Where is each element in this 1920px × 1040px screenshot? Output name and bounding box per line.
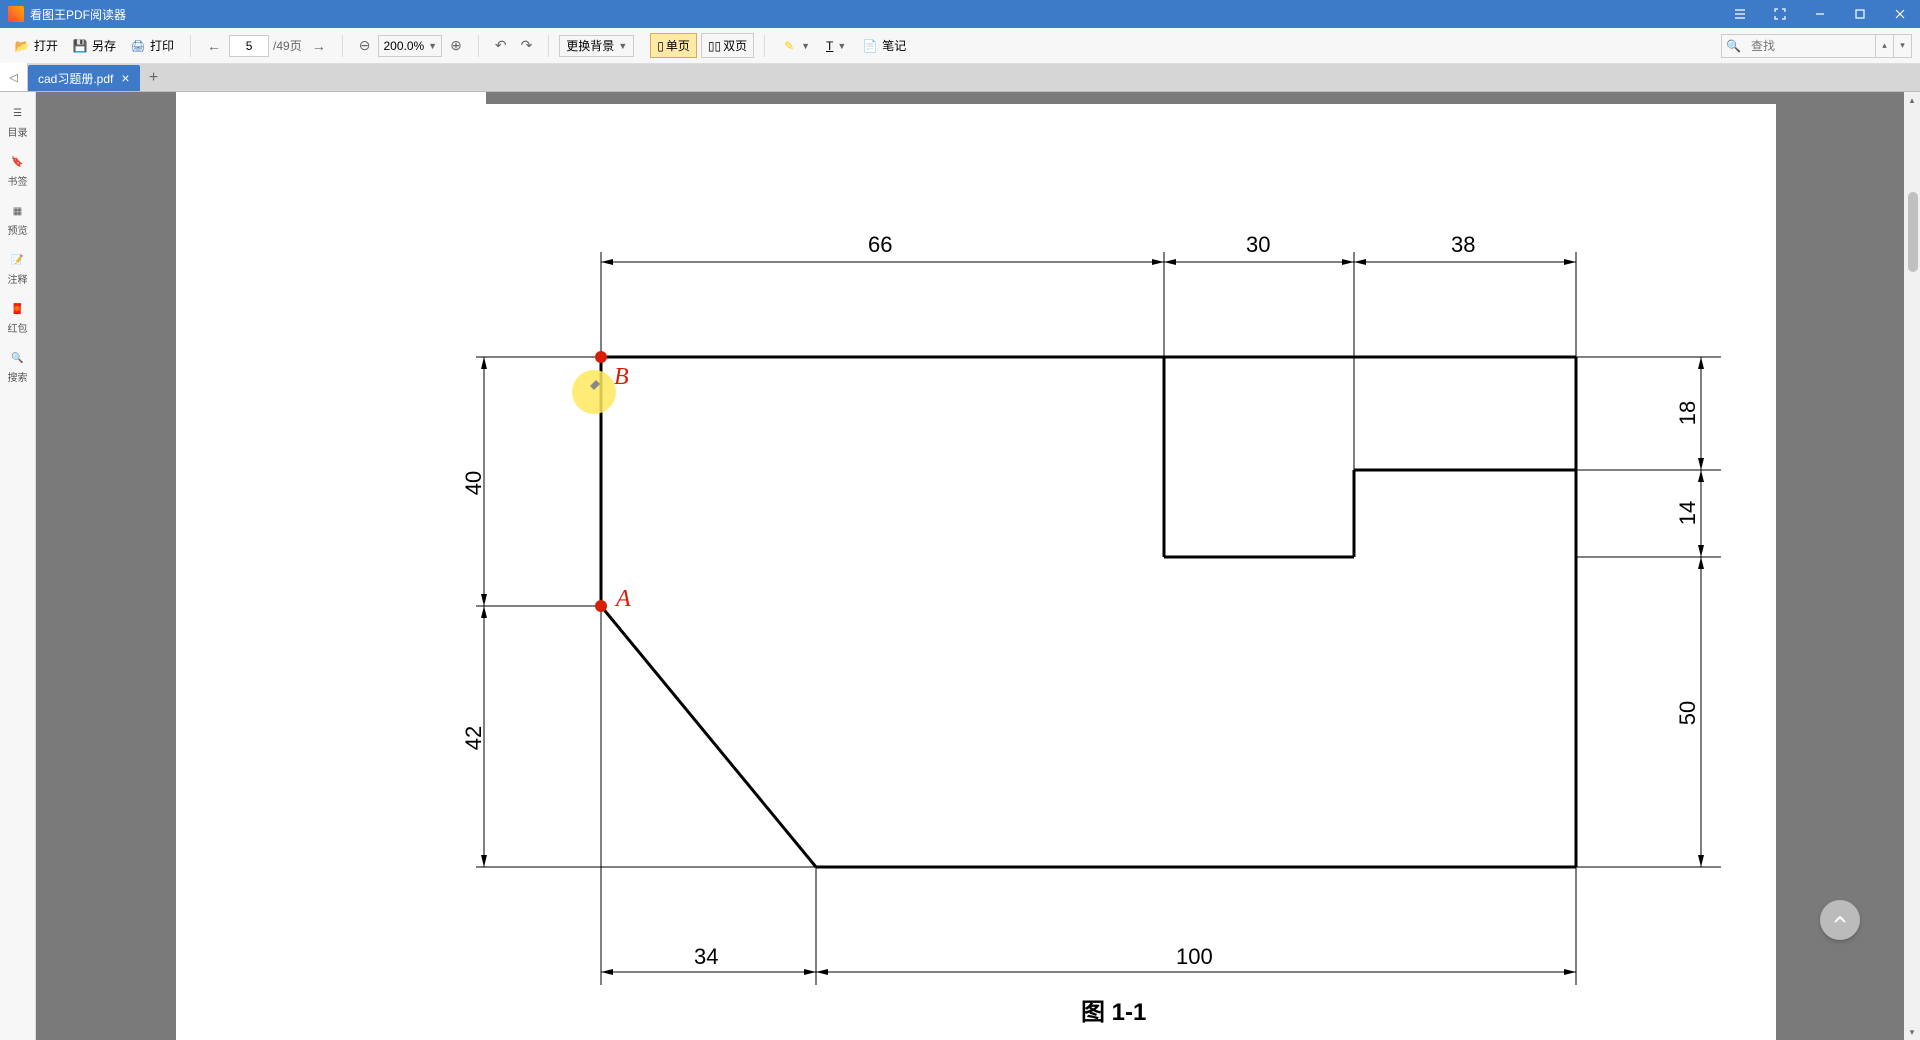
minimize-button[interactable]	[1800, 0, 1840, 28]
sidebar-item-bookmark[interactable]: 🔖 书签	[2, 147, 34, 194]
tab-label: cad习题册.pdf	[38, 70, 113, 87]
toc-icon: ☰	[9, 104, 27, 122]
dim-label: 40	[461, 471, 487, 495]
close-button[interactable]	[1880, 0, 1920, 28]
background-select[interactable]: 更换背景 ▼	[559, 35, 634, 57]
scroll-up-arrow[interactable]: ▴	[1904, 92, 1920, 108]
page-number-input[interactable]	[229, 35, 269, 57]
redpacket-icon: 🧧	[9, 300, 27, 318]
maximize-button[interactable]	[1840, 0, 1880, 28]
app-icon	[8, 6, 24, 22]
double-page-icon: ▯▯	[708, 39, 721, 53]
search-box: 🔍 ▴ ▾	[1721, 34, 1912, 58]
chevron-down-icon: ▼	[428, 41, 437, 51]
figure-title: 图 1-1	[1081, 992, 1146, 1027]
page-total-label: /49页	[271, 37, 304, 54]
search-input[interactable]	[1745, 39, 1875, 53]
open-button[interactable]: 📂 打开	[8, 33, 64, 58]
tab-close-button[interactable]: ×	[121, 70, 129, 86]
text-tool-button[interactable]: T ▼	[820, 35, 852, 57]
dim-label: 30	[1246, 232, 1270, 258]
notes-label: 笔记	[882, 37, 906, 54]
zoom-select[interactable]: 200.0% ▼	[378, 35, 442, 57]
zoom-out-button[interactable]: ⊖	[353, 33, 377, 58]
single-page-label: 单页	[666, 37, 690, 54]
sidebar-item-redpacket[interactable]: 🧧 红包	[2, 294, 34, 341]
open-label: 打开	[34, 37, 58, 54]
print-icon: 🖨	[130, 38, 146, 54]
scroll-down-arrow[interactable]: ▾	[1904, 1024, 1920, 1040]
undo-button[interactable]: ↶	[489, 33, 513, 58]
sidebar-item-label: 注释	[8, 271, 28, 286]
vertical-scrollbar[interactable]: ▴ ▾	[1904, 92, 1920, 1040]
annotation-icon: 📝	[9, 251, 27, 269]
prev-page-button[interactable]: ←	[201, 34, 227, 58]
notes-icon: 📄	[862, 38, 878, 54]
dim-label: 66	[868, 232, 892, 258]
chevron-down-icon: ▼	[837, 41, 846, 51]
search-icon: 🔍	[9, 349, 27, 367]
title-bar: 看图王PDF阅读器	[0, 0, 1920, 28]
double-page-button[interactable]: ▯▯ 双页	[701, 33, 754, 58]
content-viewport[interactable]: 66 30 38 18 14 50 40 42 34 100 A B 图 1-1…	[36, 92, 1920, 1040]
sidebar-item-preview[interactable]: ▦ 预览	[2, 196, 34, 243]
double-page-label: 双页	[723, 37, 747, 54]
point-b-label: B	[614, 364, 629, 391]
dim-label: 38	[1451, 232, 1475, 258]
print-label: 打印	[150, 37, 174, 54]
text-icon: T	[826, 39, 833, 53]
dim-label: 50	[1675, 701, 1701, 725]
sidebar-collapse-button[interactable]: ◁	[0, 63, 28, 91]
single-page-button[interactable]: ▯ 单页	[650, 33, 697, 58]
sidebar-item-label: 目录	[8, 124, 28, 139]
save-icon: 💾	[72, 38, 88, 54]
sidebar-item-label: 红包	[8, 320, 28, 335]
folder-open-icon: 📂	[14, 38, 30, 54]
next-page-button[interactable]: →	[306, 34, 332, 58]
bookmark-icon: 🔖	[9, 153, 27, 171]
scrollbar-thumb[interactable]	[1908, 192, 1918, 272]
sidebar-item-search[interactable]: 🔍 搜索	[2, 343, 34, 390]
dim-label: 100	[1176, 944, 1213, 970]
notes-button[interactable]: 📄 笔记	[856, 33, 912, 58]
highlight-button[interactable]: ✎ ▼	[775, 34, 816, 58]
save-button[interactable]: 💾 另存	[66, 33, 122, 58]
sidebar-item-label: 搜索	[8, 369, 28, 384]
scroll-to-top-button[interactable]	[1820, 900, 1860, 940]
search-icon: 🔍	[1722, 39, 1745, 53]
sidebar-item-label: 书签	[8, 173, 28, 188]
print-button[interactable]: 🖨 打印	[124, 33, 180, 58]
sidebar-item-label: 预览	[8, 222, 28, 237]
tab-bar: ◁ cad习题册.pdf × +	[0, 64, 1920, 92]
highlight-icon: ✎	[781, 38, 797, 54]
app-title: 看图王PDF阅读器	[30, 6, 126, 23]
single-page-icon: ▯	[657, 39, 664, 53]
chevron-down-icon: ▼	[618, 41, 627, 51]
sidebar-item-toc[interactable]: ☰ 目录	[2, 98, 34, 145]
menu-button[interactable]	[1720, 0, 1760, 28]
dim-label: 14	[1675, 501, 1701, 525]
cad-drawing	[176, 92, 1776, 1040]
fullscreen-button[interactable]	[1760, 0, 1800, 28]
zoom-value: 200.0%	[383, 39, 424, 53]
redo-button[interactable]: ↷	[515, 33, 539, 58]
tab-add-button[interactable]: +	[140, 65, 168, 91]
pdf-page: 66 30 38 18 14 50 40 42 34 100 A B 图 1-1…	[176, 92, 1776, 1040]
search-next-button[interactable]: ▾	[1893, 34, 1911, 58]
dim-label: 18	[1675, 401, 1701, 425]
main-area: ☰ 目录 🔖 书签 ▦ 预览 📝 注释 🧧 红包 🔍 搜索	[0, 92, 1920, 1040]
sidebar-item-annotation[interactable]: 📝 注释	[2, 245, 34, 292]
toolbar: 📂 打开 💾 另存 🖨 打印 ← /49页 → ⊖ 200.0% ▼ ⊕ ↶ ↷…	[0, 28, 1920, 64]
save-label: 另存	[92, 37, 116, 54]
chevron-down-icon: ▼	[801, 41, 810, 51]
zoom-in-button[interactable]: ⊕	[444, 33, 468, 58]
search-prev-button[interactable]: ▴	[1875, 34, 1893, 58]
preview-icon: ▦	[9, 202, 27, 220]
sidebar: ☰ 目录 🔖 书签 ▦ 预览 📝 注释 🧧 红包 🔍 搜索	[0, 92, 36, 1040]
document-tab[interactable]: cad习题册.pdf ×	[28, 65, 140, 91]
point-a-label: A	[616, 586, 631, 613]
dim-label: 42	[461, 726, 487, 750]
dim-label: 34	[694, 944, 718, 970]
bg-label: 更换背景	[566, 37, 614, 54]
